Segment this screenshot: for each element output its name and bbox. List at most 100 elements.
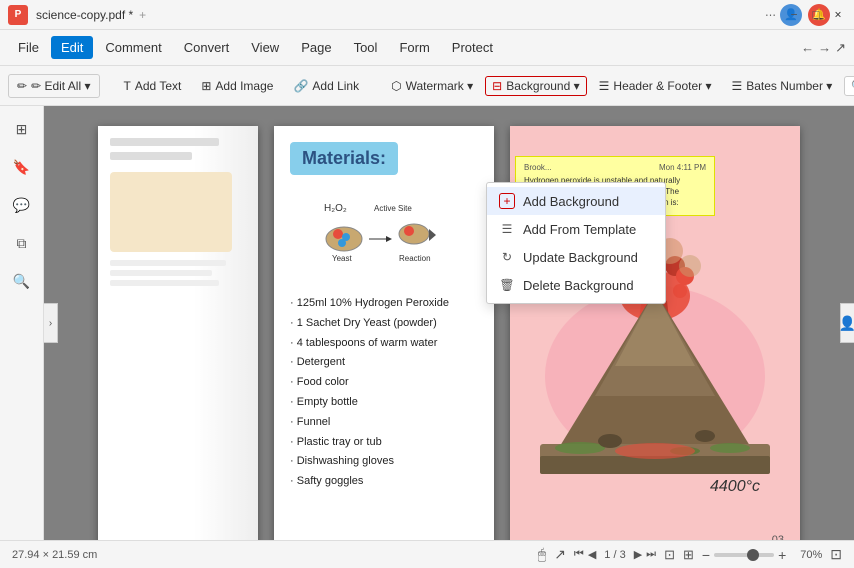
window-controls: ⋯ − □ × [761,6,846,23]
more-options-btn[interactable]: ⋯ [761,6,780,23]
pdf-page-left: Materials: H₂O₂ Active Site [274,126,494,540]
prev-page-btn[interactable]: ◀ [588,548,596,561]
material-item-10: Safty goggles [290,472,478,492]
delete-icon: 🗑 [499,277,515,293]
menu-file[interactable]: File [8,36,49,59]
materials-list: 125ml 10% Hydrogen Peroxide 1 Sachet Dry… [290,294,478,492]
bates-number-btn[interactable]: ☰ Bates Number ▾ [723,75,840,97]
back-btn[interactable]: ← [801,40,814,55]
background-icon: ⊟ [492,79,502,93]
fullscreen-btn[interactable]: ⊡ [830,546,842,563]
menu-convert[interactable]: Convert [174,36,240,59]
zoom-controls: − + 70% [702,547,822,563]
zoom-thumb [747,549,759,561]
svg-text:Yeast: Yeast [332,254,353,263]
sidebar-icon-grid[interactable]: ⊞ [7,114,37,144]
maximize-btn[interactable]: □ [808,7,824,23]
material-item-3: 4 tablespoons of warm water [290,334,478,354]
edit-icon: ✏ [17,79,27,93]
temperature-text: 4400°c [710,478,760,496]
sidebar-icon-layers[interactable]: ⧉ [7,228,37,258]
titlebar: P science-copy.pdf * + 👤 🔔 ⋯ − □ × [0,0,854,30]
material-item-4: Detergent [290,353,478,373]
comment-author: Brook... [524,163,552,172]
header-footer-btn[interactable]: ☰ Header & Footer ▾ [591,75,720,97]
background-label: Background ▾ [506,79,579,93]
left-sidebar: ⊞ 🔖 💬 ⧉ 🔍 [0,106,44,540]
header-footer-icon: ☰ [599,79,610,93]
page-navigation: ⏮ ◀ 1 / 3 ▶ ⏭ [574,548,656,561]
page-dimensions: 27.94 × 21.59 cm [12,549,97,561]
material-item-6: Empty bottle [290,393,478,413]
zoom-in-btn[interactable]: + [778,547,786,563]
menu-page[interactable]: Page [291,36,341,59]
sidebar-icon-search[interactable]: 🔍 [7,266,37,296]
new-tab-btn[interactable]: + [139,8,146,22]
link-icon: 🔗 [293,79,308,93]
add-link-label: Add Link [312,79,359,93]
close-btn[interactable]: × [830,7,846,23]
template-icon: ☰ [499,221,515,237]
statusbar-right: 🖱 ↗ ⏮ ◀ 1 / 3 ▶ ⏭ ⊡ ⊞ − + 70% ⊡ [538,546,842,563]
background-btn[interactable]: ⊟ Background ▾ [485,76,586,96]
sidebar-icon-bookmark[interactable]: 🔖 [7,152,37,182]
add-from-template-label: Add From Template [523,222,636,237]
menu-view[interactable]: View [241,36,289,59]
first-page-btn[interactable]: ⏮ [574,548,584,561]
add-background-item[interactable]: + Add Background [487,187,665,215]
edit-all-label: ✏ Edit All ▾ [31,79,90,93]
cursor-icon[interactable]: 🖱 [538,546,546,563]
search-tools-container: 🔍 [844,76,854,96]
menu-form[interactable]: Form [389,36,439,59]
material-item-1: 125ml 10% Hydrogen Peroxide [290,294,478,314]
reaction-diagram-svg: H₂O₂ Active Site Yeast [314,199,454,279]
menu-tool[interactable]: Tool [344,36,388,59]
forward-btn[interactable]: → [818,40,831,55]
add-link-btn[interactable]: 🔗 Add Link [285,75,367,97]
material-item-8: Plastic tray or tub [290,433,478,453]
menu-edit[interactable]: Edit [51,36,93,59]
materials-title: Materials: [290,142,398,175]
external-link-btn[interactable]: ↗ [835,40,846,56]
update-background-item[interactable]: ↻ Update Background [487,243,665,271]
delete-background-item[interactable]: 🗑 Delete Background [487,271,665,299]
next-page-btn[interactable]: ▶ [634,548,642,561]
pdf-area: Materials: H₂O₂ Active Site [44,106,854,540]
logo-letter: P [15,9,22,20]
watermark-btn[interactable]: ⬡ Watermark ▾ [383,75,481,97]
zoom-slider[interactable] [714,553,774,557]
update-background-label: Update Background [523,250,638,265]
last-page-btn[interactable]: ⏭ [646,548,656,561]
statusbar: 27.94 × 21.59 cm 🖱 ↗ ⏮ ◀ 1 / 3 ▶ ⏭ ⊡ ⊞ −… [0,540,854,568]
svg-text:Reaction: Reaction [399,254,431,263]
menu-comment[interactable]: Comment [95,36,171,59]
right-sidebar-toggle[interactable]: 👤 [840,303,854,343]
zoom-level: 70% [790,549,822,561]
sidebar-toggle[interactable]: › [44,303,58,343]
watermark-label: Watermark ▾ [406,79,474,93]
menu-protect[interactable]: Protect [442,36,503,59]
fit-page-btn[interactable]: ⊞ [683,547,694,563]
app-logo: P [8,5,28,25]
material-item-5: Food color [290,373,478,393]
add-icon: + [499,193,515,209]
page-info: 1 / 3 [600,549,629,561]
add-image-btn[interactable]: ⊞ Add Image [193,75,281,97]
add-from-template-item[interactable]: ☰ Add From Template [487,215,665,243]
fit-width-btn[interactable]: ⊡ [664,547,675,563]
sidebar-icon-comment[interactable]: 💬 [7,190,37,220]
update-icon: ↻ [499,249,515,265]
background-dropdown: + Add Background ☰ Add From Template ↻ U… [486,182,666,304]
add-background-label: Add Background [523,194,619,209]
edit-all-btn[interactable]: ✏ ✏ Edit All ▾ [8,74,100,98]
minimize-btn[interactable]: − [786,7,802,23]
material-item-7: Funnel [290,413,478,433]
add-image-label: Add Image [215,79,273,93]
select-icon[interactable]: ↗ [554,546,566,563]
page-number: 03 [772,534,784,540]
zoom-out-btn[interactable]: − [702,547,710,563]
add-text-btn[interactable]: T Add Text [116,75,190,97]
delete-background-label: Delete Background [523,278,634,293]
image-icon: ⊞ [201,79,211,93]
avatar-icon: 👤 [839,315,854,332]
